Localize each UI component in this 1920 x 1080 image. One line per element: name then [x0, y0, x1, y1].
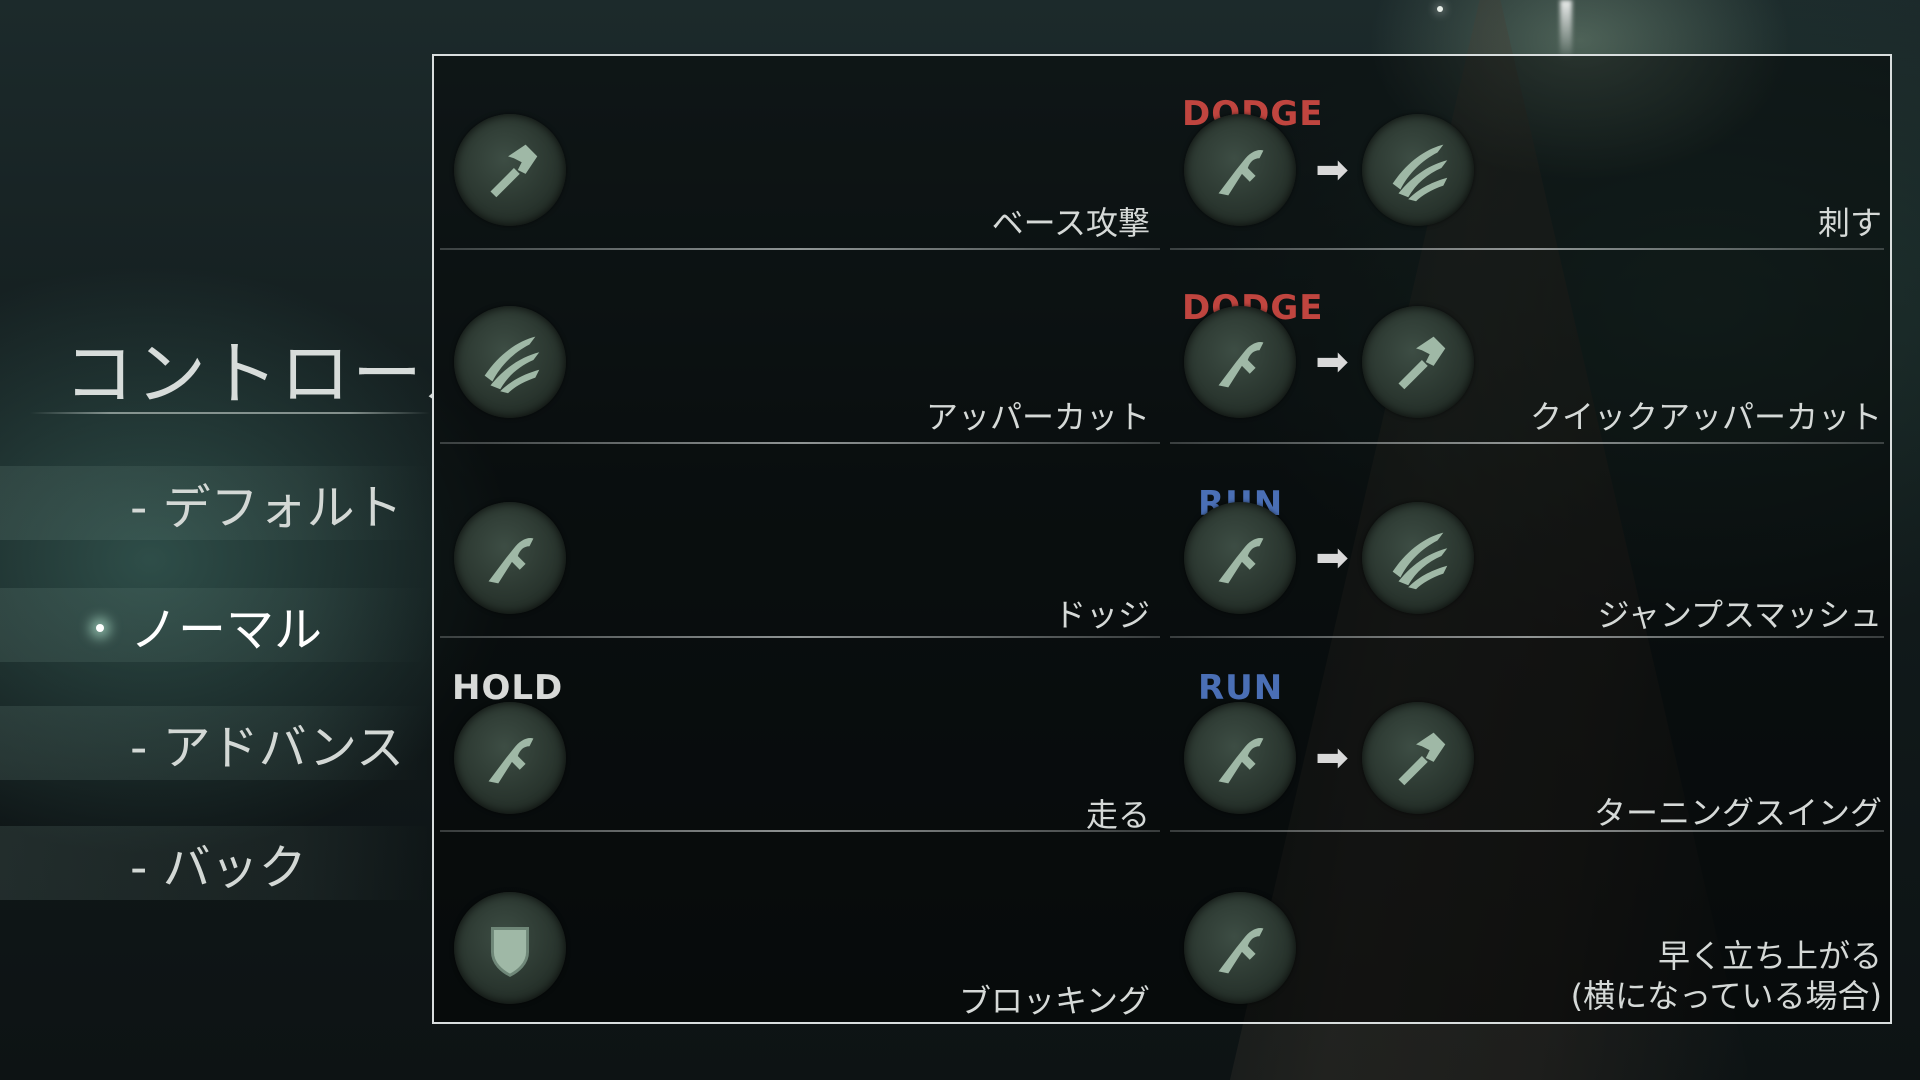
menu-title: コントロール: [64, 333, 434, 415]
dash-icon: [454, 702, 566, 814]
combo-label: 早く立ち上がる (横になっている場合): [1570, 937, 1882, 1015]
menu-divider: [30, 412, 430, 414]
control-row: ドッジ RUN ➡ ジャンプスマッシュ: [434, 444, 1890, 638]
arrow-right-icon: ➡: [1315, 735, 1349, 781]
arrow-right-icon: ➡: [1315, 147, 1349, 193]
control-row: HOLD 走る RUN ➡ ターニングスイング: [434, 638, 1890, 834]
combo-label: ターニングスイング: [1593, 794, 1882, 832]
dash-icon: [1184, 114, 1296, 226]
hammer-icon: [1362, 702, 1474, 814]
menu-item-label: - アドバンス: [130, 720, 405, 776]
dash-icon: [1184, 306, 1296, 418]
controls-panel: ベース攻撃 DODGE ➡ 刺す アッパーカット DODGE ➡ クイックアッパ…: [432, 54, 1892, 1024]
star: [1437, 6, 1443, 12]
dash-icon: [1184, 702, 1296, 814]
selection-indicator-icon: [96, 624, 104, 632]
claw-icon: [454, 306, 566, 418]
control-row: ブロッキング 早く立ち上がる (横になっている場合): [434, 832, 1890, 1026]
action-label: ブロッキング: [958, 982, 1150, 1020]
light-flare: [1560, 0, 1572, 60]
control-row: ベース攻撃 DODGE ➡ 刺す: [434, 56, 1890, 250]
hammer-icon: [454, 114, 566, 226]
menu-item-default[interactable]: - デフォルト: [0, 466, 430, 540]
menu-item-label: - バック: [130, 840, 307, 896]
menu-item-label: - デフォルト: [130, 480, 403, 536]
control-row: アッパーカット DODGE ➡ クイックアッパーカット: [434, 250, 1890, 444]
dash-icon: [454, 502, 566, 614]
hammer-icon: [1362, 306, 1474, 418]
shield-icon: [454, 892, 566, 1004]
arrow-right-icon: ➡: [1315, 535, 1349, 581]
combo-label: ジャンプスマッシュ: [1597, 596, 1882, 634]
action-label: ベース攻撃: [991, 204, 1150, 242]
action-label: アッパーカット: [925, 398, 1150, 436]
menu-item-label: ノーマル: [130, 602, 323, 658]
action-label: ドッジ: [1053, 596, 1150, 634]
menu-item-back[interactable]: - バック: [0, 826, 430, 900]
dash-icon: [1184, 502, 1296, 614]
claw-icon: [1362, 114, 1474, 226]
dash-icon: [1184, 892, 1296, 1004]
claw-icon: [1362, 502, 1474, 614]
menu-item-normal[interactable]: ノーマル: [0, 588, 430, 662]
combo-label: 刺す: [1817, 204, 1882, 242]
menu-item-advance[interactable]: - アドバンス: [0, 706, 430, 780]
combo-label: クイックアッパーカット: [1529, 398, 1882, 436]
arrow-right-icon: ➡: [1315, 339, 1349, 385]
